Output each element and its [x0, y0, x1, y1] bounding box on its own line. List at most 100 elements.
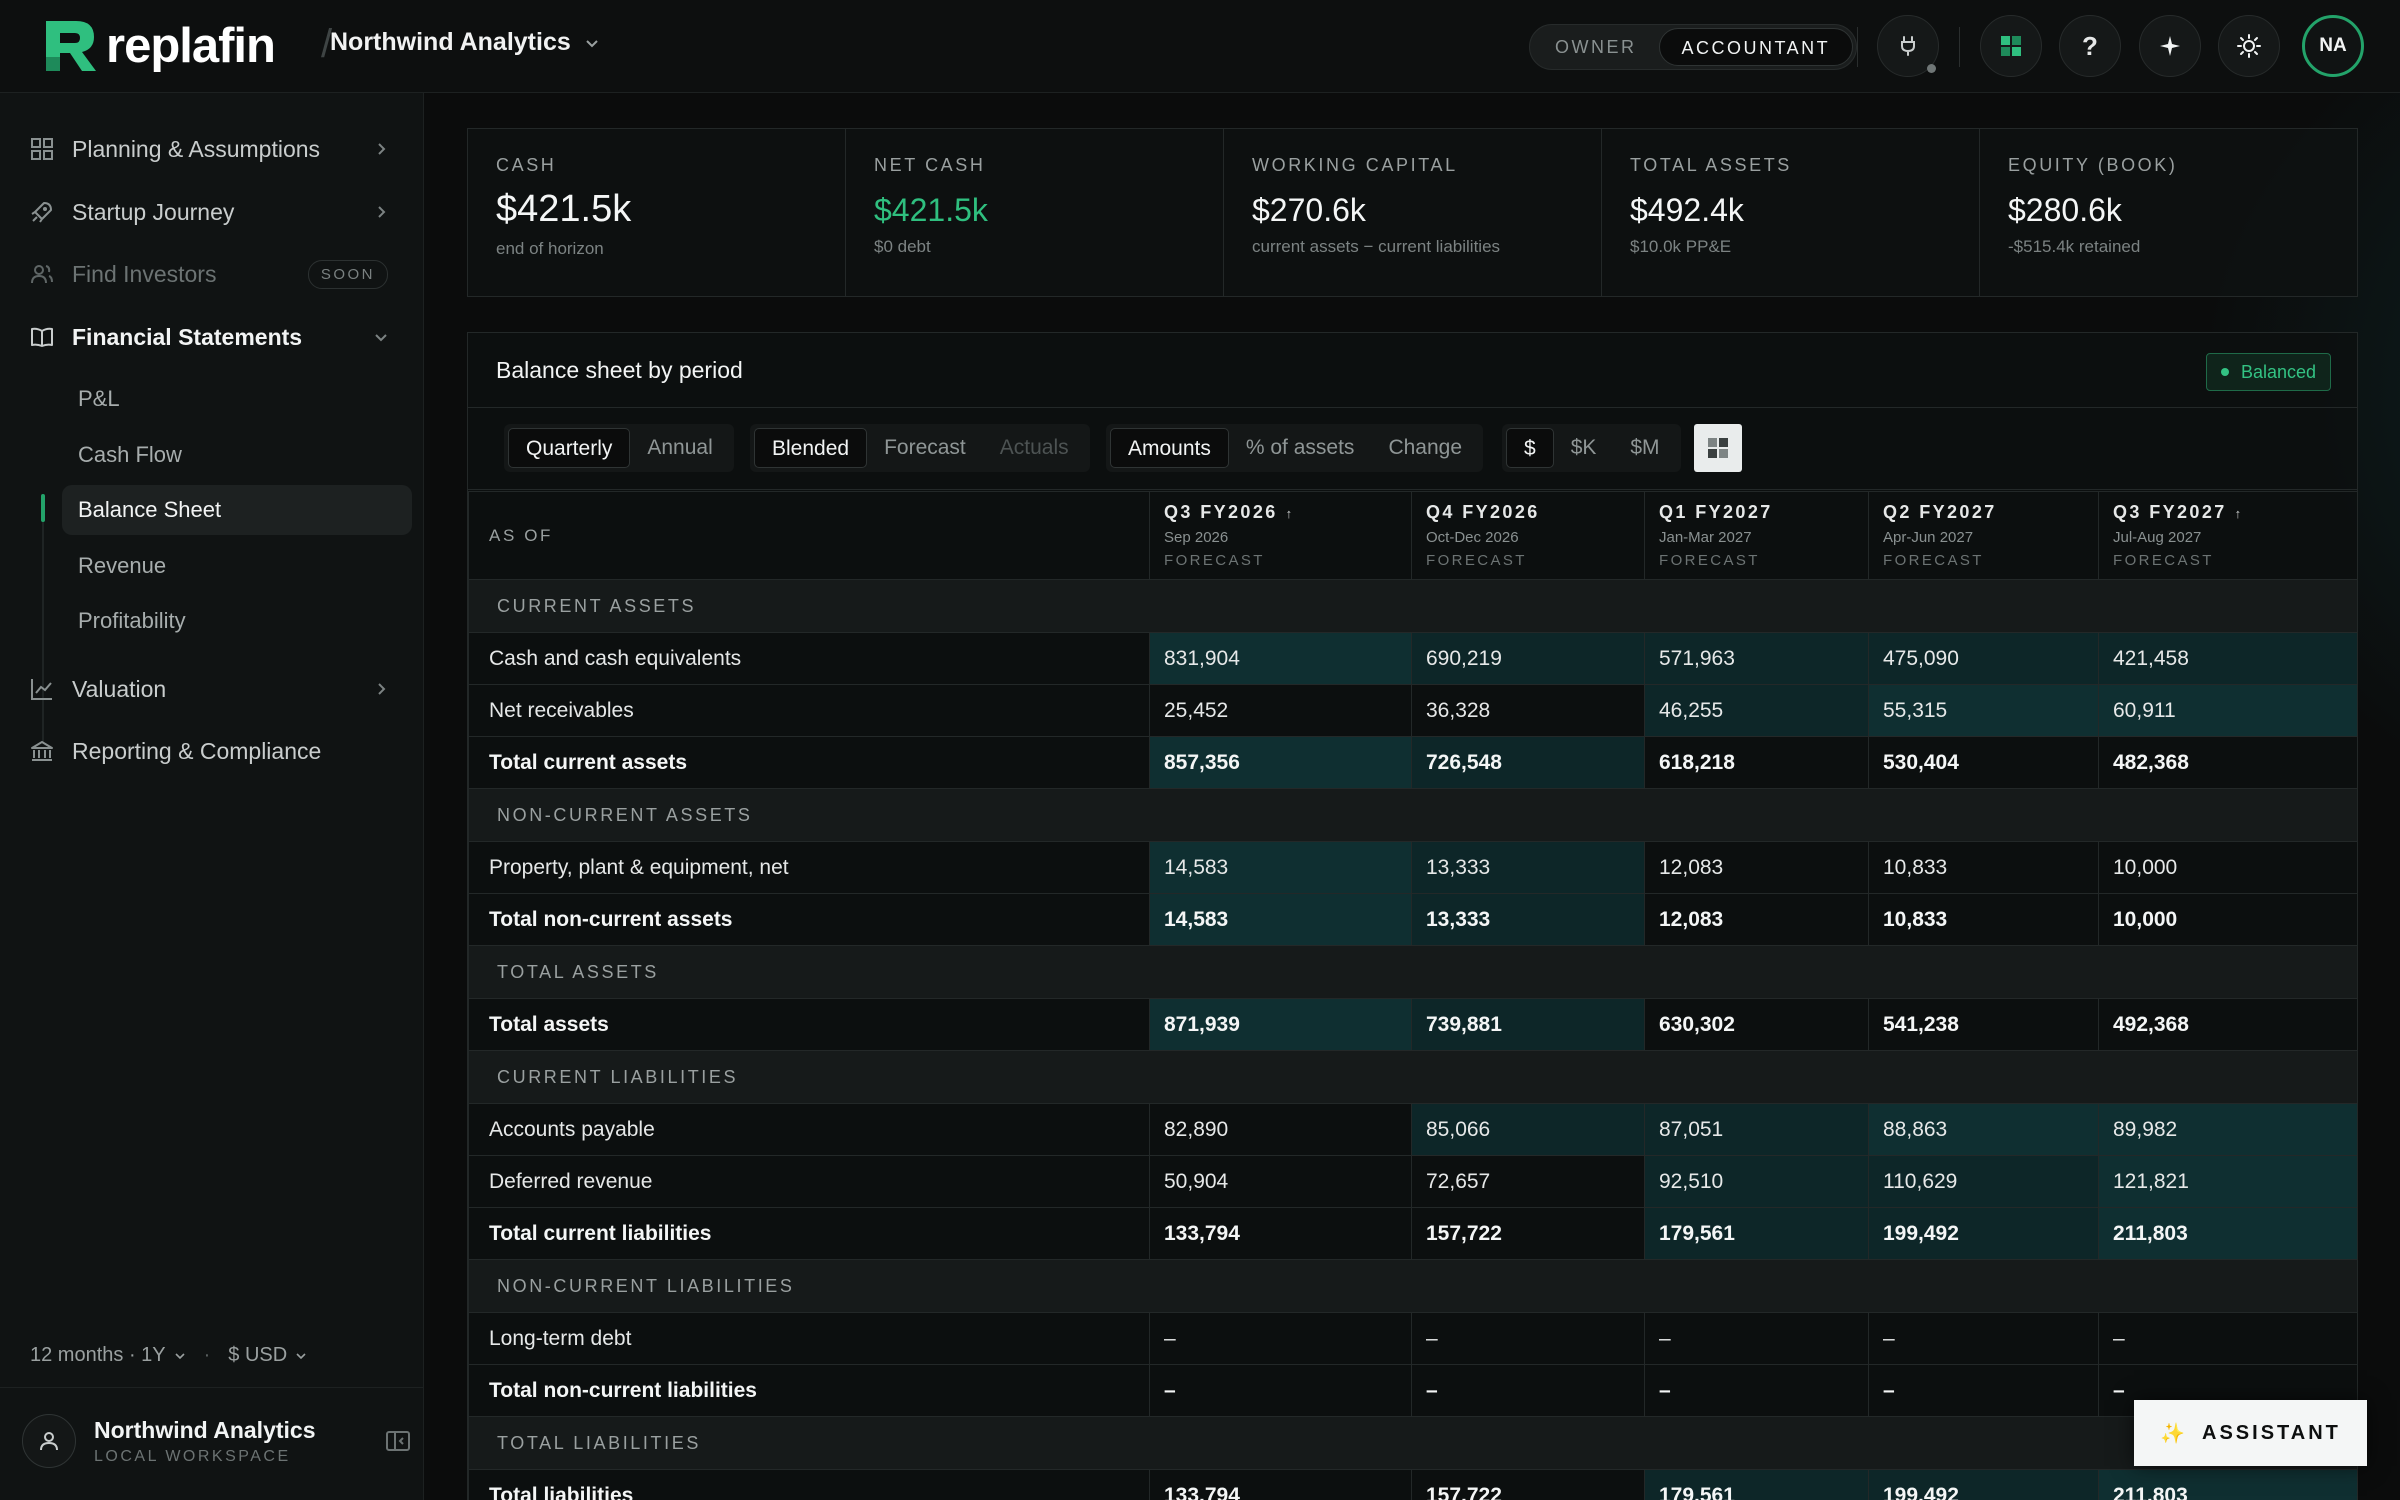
tab-amounts[interactable]: Amounts	[1110, 428, 1229, 468]
tab-percent-of-assets[interactable]: % of assets	[1229, 428, 1372, 468]
cell[interactable]: 492,368	[2098, 998, 2358, 1051]
cell[interactable]: 475,090	[1868, 632, 2099, 685]
role-accountant[interactable]: ACCOUNTANT	[1658, 28, 1854, 66]
cell[interactable]: –	[1149, 1312, 1412, 1365]
cell[interactable]: 133,794	[1149, 1469, 1412, 1500]
cell[interactable]: 199,492	[1868, 1469, 2099, 1500]
cell[interactable]: 871,939	[1149, 998, 1412, 1051]
table-row[interactable]: Long-term debt – – – – –	[468, 1312, 2358, 1365]
ai-button[interactable]	[2139, 15, 2201, 77]
help-button[interactable]: ?	[2059, 15, 2121, 77]
unit-dollars[interactable]: $	[1506, 428, 1554, 468]
nav-valuation[interactable]: Valuation	[28, 664, 398, 714]
user-avatar-button[interactable]: NA	[2302, 15, 2364, 77]
column-header[interactable]: Q3 FY2026 ↑ Sep 2026 FORECAST	[1149, 491, 1412, 580]
nav-financial-statements[interactable]: Financial Statements	[28, 312, 398, 362]
cell[interactable]: 157,722	[1411, 1207, 1645, 1260]
nav-reporting-compliance[interactable]: Reporting & Compliance	[28, 726, 398, 776]
cell[interactable]: 13,333	[1411, 841, 1645, 894]
cell[interactable]: 690,219	[1411, 632, 1645, 685]
cell[interactable]: 421,458	[2098, 632, 2358, 685]
table-row[interactable]: Total assets 871,939 739,881 630,302 541…	[468, 998, 2358, 1051]
table-row[interactable]: Net receivables 25,452 36,328 46,255 55,…	[468, 684, 2358, 737]
cell[interactable]: –	[1149, 1364, 1412, 1417]
cell[interactable]: –	[2098, 1312, 2358, 1365]
cell[interactable]: 211,803	[2098, 1469, 2358, 1500]
cell[interactable]: 110,629	[1868, 1155, 2099, 1208]
cell[interactable]: 541,238	[1868, 998, 2099, 1051]
role-owner[interactable]: OWNER	[1533, 28, 1659, 66]
cell[interactable]: 88,863	[1868, 1103, 2099, 1156]
heatmap-toggle-button[interactable]	[1694, 424, 1742, 472]
tab-forecast[interactable]: Forecast	[867, 428, 983, 468]
subnav-pl[interactable]: P&L	[62, 374, 412, 424]
cell[interactable]: 85,066	[1411, 1103, 1645, 1156]
cell[interactable]: 46,255	[1644, 684, 1869, 737]
cell[interactable]: –	[1644, 1312, 1869, 1365]
workspace-user[interactable]: Northwind Analytics LOCAL WORKSPACE	[22, 1411, 412, 1471]
cell[interactable]: 36,328	[1411, 684, 1645, 737]
cell[interactable]: 630,302	[1644, 998, 1869, 1051]
cell[interactable]: 10,833	[1868, 841, 2099, 894]
cell[interactable]: –	[1644, 1364, 1869, 1417]
cell[interactable]: 482,368	[2098, 736, 2358, 789]
subnav-cash-flow[interactable]: Cash Flow	[62, 430, 412, 480]
table-row[interactable]: Deferred revenue 50,904 72,657 92,510 11…	[468, 1155, 2358, 1208]
tab-annual[interactable]: Annual	[630, 428, 729, 468]
cell[interactable]: 82,890	[1149, 1103, 1412, 1156]
cell[interactable]: 50,904	[1149, 1155, 1412, 1208]
unit-millions[interactable]: $M	[1613, 428, 1676, 468]
nav-find-investors[interactable]: Find Investors SOON	[28, 249, 398, 299]
cell[interactable]: 211,803	[2098, 1207, 2358, 1260]
cell[interactable]: 618,218	[1644, 736, 1869, 789]
column-header[interactable]: Q1 FY2027 Jan-Mar 2027 FORECAST	[1644, 491, 1869, 580]
cell[interactable]: 55,315	[1868, 684, 2099, 737]
cell[interactable]: 60,911	[2098, 684, 2358, 737]
theme-button[interactable]	[2218, 15, 2280, 77]
cell[interactable]: 726,548	[1411, 736, 1645, 789]
cell[interactable]: 133,794	[1149, 1207, 1412, 1260]
cell[interactable]: 179,561	[1644, 1207, 1869, 1260]
nav-startup-journey[interactable]: Startup Journey	[28, 187, 398, 237]
cell[interactable]: 831,904	[1149, 632, 1412, 685]
cell[interactable]: 92,510	[1644, 1155, 1869, 1208]
cell[interactable]: 14,583	[1149, 893, 1412, 946]
cell[interactable]: 530,404	[1868, 736, 2099, 789]
table-row[interactable]: Total non-current liabilities – – – – –	[468, 1364, 2358, 1417]
cell[interactable]: 199,492	[1868, 1207, 2099, 1260]
cell[interactable]: 739,881	[1411, 998, 1645, 1051]
tab-actuals[interactable]: Actuals	[983, 428, 1086, 468]
table-row[interactable]: Property, plant & equipment, net 14,583 …	[468, 841, 2358, 894]
cell[interactable]: 12,083	[1644, 893, 1869, 946]
assistant-button[interactable]: ✨ ASSISTANT	[2134, 1400, 2367, 1466]
cell[interactable]: 179,561	[1644, 1469, 1869, 1500]
apps-button[interactable]	[1980, 15, 2042, 77]
sidebar-collapse-icon[interactable]	[384, 1427, 412, 1455]
tab-quarterly[interactable]: Quarterly	[508, 428, 631, 468]
table-row[interactable]: Total current liabilities 133,794 157,72…	[468, 1207, 2358, 1260]
cell[interactable]: 10,000	[2098, 893, 2358, 946]
cell[interactable]: –	[1411, 1364, 1645, 1417]
subnav-balance-sheet[interactable]: Balance Sheet	[62, 485, 412, 535]
cell[interactable]: –	[1411, 1312, 1645, 1365]
tab-blended[interactable]: Blended	[754, 428, 868, 468]
table-row[interactable]: Total current assets 857,356 726,548 618…	[468, 736, 2358, 789]
cell[interactable]: –	[1868, 1364, 2099, 1417]
currency-select[interactable]: $ USD	[228, 1344, 307, 1367]
cell[interactable]: 857,356	[1149, 736, 1412, 789]
horizon-select[interactable]: 12 months · 1Y	[30, 1344, 186, 1367]
cell[interactable]: 10,833	[1868, 893, 2099, 946]
table-row[interactable]: Total liabilities 133,794 157,722 179,56…	[468, 1469, 2358, 1500]
table-row[interactable]: Cash and cash equivalents 831,904 690,21…	[468, 632, 2358, 685]
cell[interactable]: 10,000	[2098, 841, 2358, 894]
cell[interactable]: 121,821	[2098, 1155, 2358, 1208]
cell[interactable]: 12,083	[1644, 841, 1869, 894]
cell[interactable]: 13,333	[1411, 893, 1645, 946]
brand-logo[interactable]: replafin	[42, 17, 276, 75]
cell[interactable]: 25,452	[1149, 684, 1412, 737]
cell[interactable]: 72,657	[1411, 1155, 1645, 1208]
table-row[interactable]: Accounts payable 82,890 85,066 87,051 88…	[468, 1103, 2358, 1156]
cell[interactable]: 14,583	[1149, 841, 1412, 894]
cell[interactable]: 157,722	[1411, 1469, 1645, 1500]
column-header[interactable]: Q3 FY2027 ↑ Jul-Aug 2027 FORECAST	[2098, 491, 2358, 580]
